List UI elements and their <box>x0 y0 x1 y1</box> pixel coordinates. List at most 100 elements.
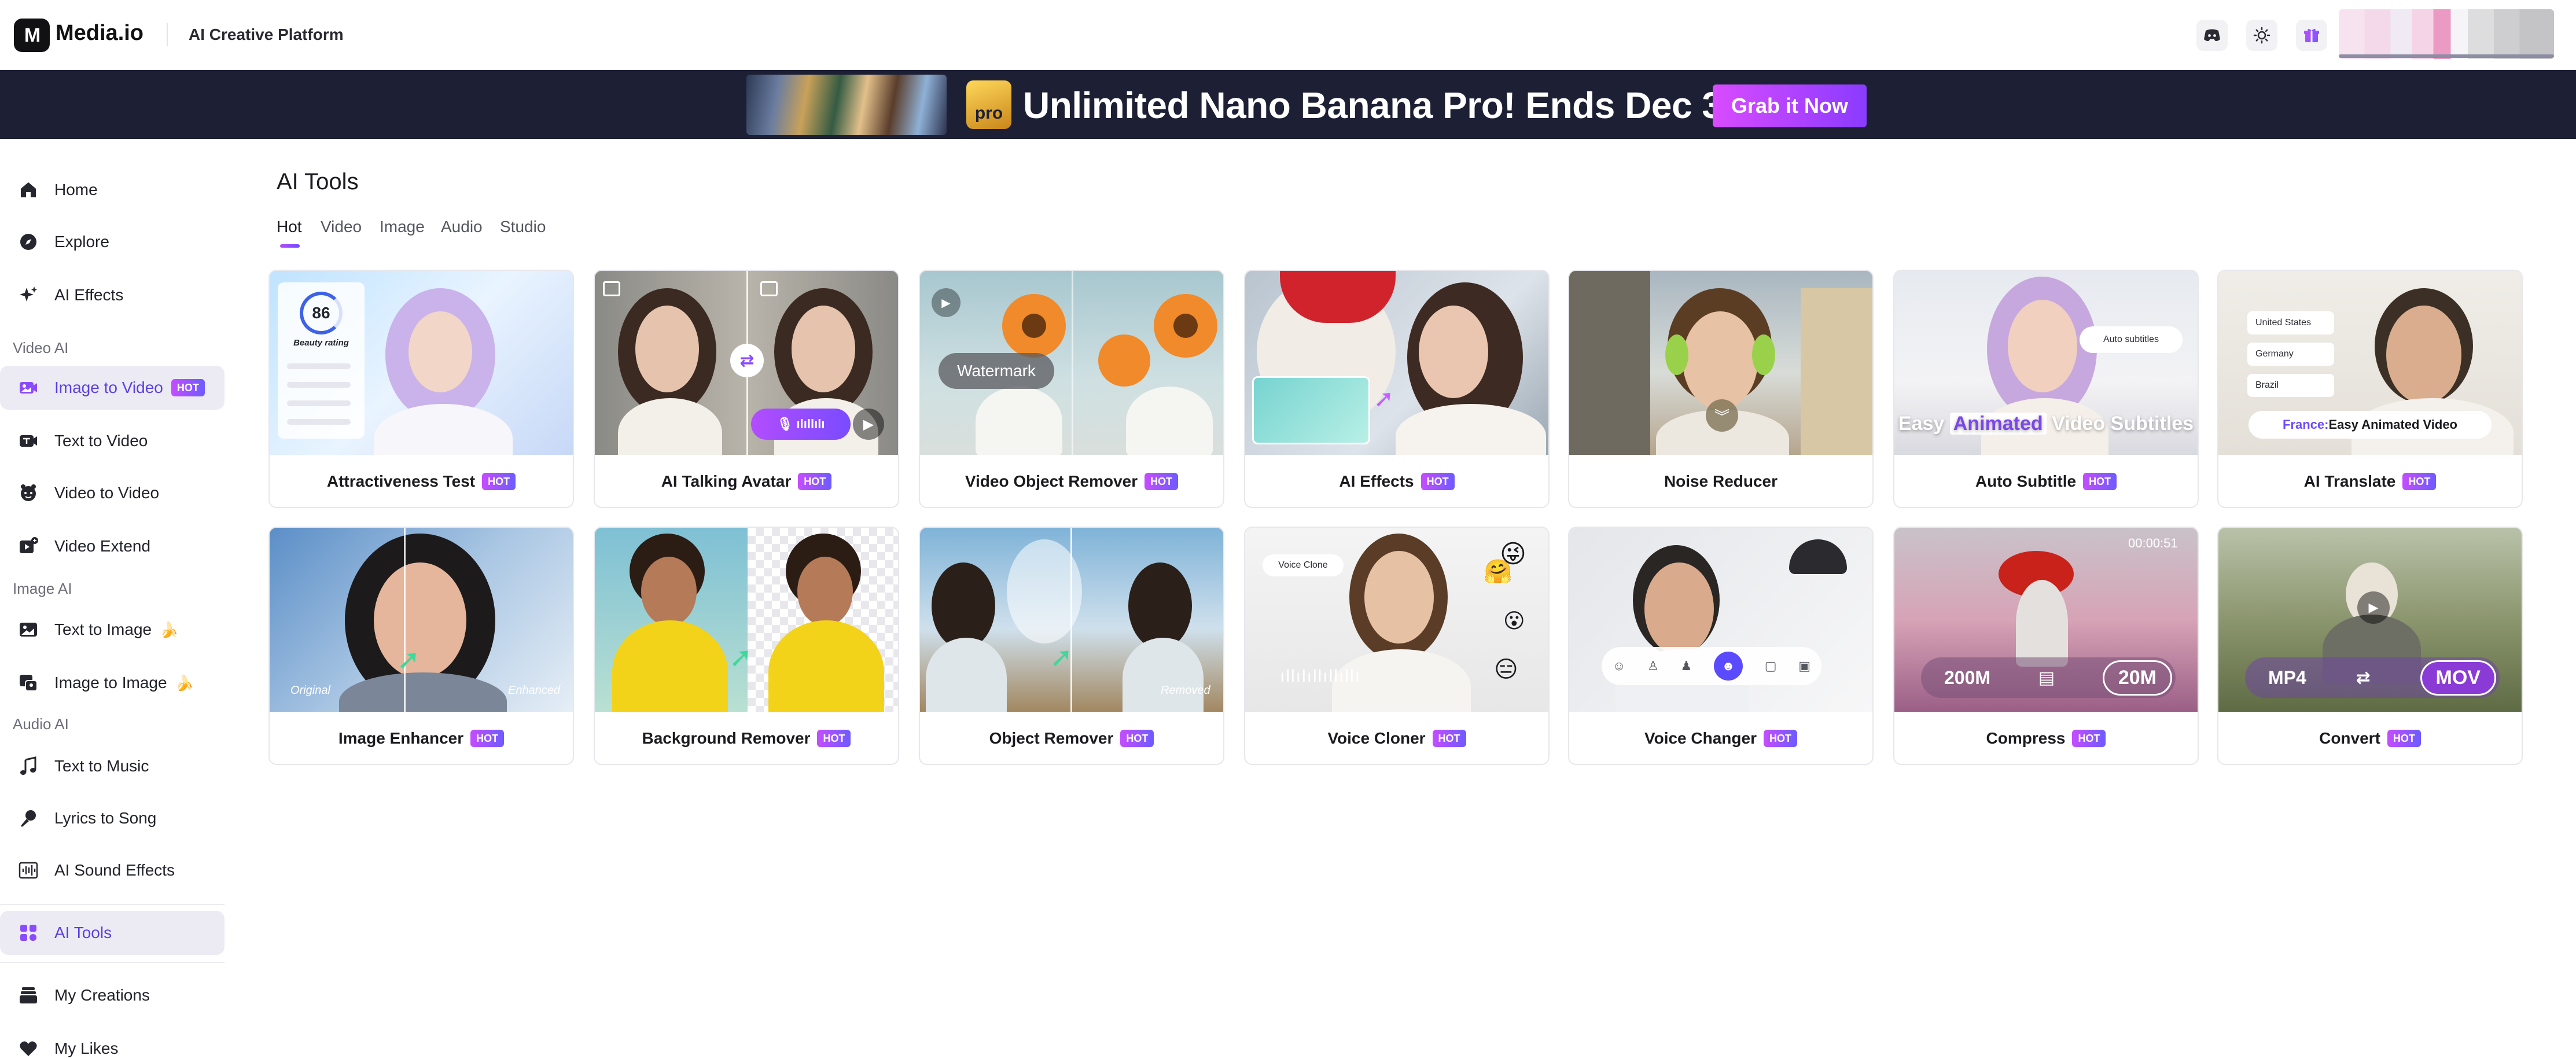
sidebar-item-home[interactable]: Home <box>0 168 225 212</box>
app-name[interactable]: Media.io <box>56 21 143 46</box>
sidebar-item-explore[interactable]: Explore <box>0 220 225 264</box>
arrow-icon: ➚ <box>397 645 421 675</box>
face-shape <box>635 306 699 392</box>
voice-options-bar: ☺ ♙ ♟ ☻ ▢ ▣ <box>1602 647 1821 685</box>
overlay-highlight: Animated <box>1949 413 2047 435</box>
tool-card-image-enhancer[interactable]: Original Enhanced ➚ Image Enhancer HOT <box>268 527 574 765</box>
tool-card-ai-talking-avatar[interactable]: ⇄ 🎙 ılıllılı ▶ AI Talking Avatar HOT <box>594 270 899 508</box>
promo-banner[interactable]: pro Unlimited Nano Banana Pro! Ends Dec … <box>0 70 2576 139</box>
tool-card-voice-cloner[interactable]: Voice Clone ıllılıllıllıllı 😜 🤗 😮 😑 Voic… <box>1244 527 1550 765</box>
tab-image[interactable]: Image <box>380 218 425 236</box>
face-shape <box>2008 300 2077 392</box>
sidebar-item-text-to-video[interactable]: Text to Video <box>0 419 225 463</box>
preview-thumbnail <box>1252 376 1370 444</box>
sidebar-item-label: Text to Video <box>54 432 148 450</box>
discord-icon[interactable] <box>2196 20 2228 51</box>
tool-card-auto-subtitle[interactable]: Auto subtitles Easy Animated Video Subti… <box>1893 270 2199 508</box>
score-ring: 86 <box>300 292 343 334</box>
tool-card-ai-translate[interactable]: United States Germany Brazil France: Eas… <box>2217 270 2523 508</box>
convert-bar: MP4 ⇄ MOV <box>2245 657 2500 698</box>
tool-card-background-remover[interactable]: ➚ Background Remover HOT <box>594 527 899 765</box>
user-avatar[interactable] <box>2339 9 2554 59</box>
face-shape <box>1419 306 1488 398</box>
sidebar-item-video-to-video[interactable]: Video to Video <box>0 471 225 515</box>
face-shape <box>1364 551 1434 644</box>
rating-line <box>287 419 351 425</box>
banner-image <box>746 75 947 135</box>
card-label: Voice Cloner HOT <box>1245 712 1548 764</box>
building-shape <box>1569 271 1650 455</box>
to-format: MOV <box>2420 660 2496 696</box>
sidebar-item-image-to-image[interactable]: Image to Image 🍌 <box>0 661 225 705</box>
tool-card-noise-reducer[interactable]: ︾ Noise Reducer <box>1568 270 1874 508</box>
card-label: Object Remover HOT <box>920 712 1223 764</box>
timecode: 00:00:51 <box>2128 536 2178 550</box>
sidebar-item-lyrics-to-song[interactable]: Lyrics to Song <box>0 796 225 840</box>
sidebar-item-ai-sound-effects[interactable]: AI Sound Effects <box>0 848 225 892</box>
rating-line <box>287 400 351 406</box>
hot-badge: HOT <box>1432 730 1466 747</box>
tool-card-compress[interactable]: 00:00:51 200M ▤ 20M Compress HOT <box>1893 527 2199 765</box>
voice-option-icon: ☺ <box>1612 659 1626 673</box>
banana-icon: 🍌 <box>175 674 194 692</box>
hot-badge: HOT <box>470 730 505 747</box>
card-label: Background Remover HOT <box>595 712 898 764</box>
split-divider <box>404 528 406 712</box>
rating-line <box>287 382 351 388</box>
card-label: Image Enhancer HOT <box>270 712 573 764</box>
subtitle-overlay: Easy Animated Video Subtitles <box>1894 413 2198 435</box>
sidebar-item-text-to-image[interactable]: Text to Image 🍌 <box>0 608 225 652</box>
sidebar-item-image-to-video[interactable]: Image to Video HOT <box>0 366 225 410</box>
card-thumbnail: ☺ ♙ ♟ ☻ ▢ ▣ <box>1569 528 1872 712</box>
grab-it-now-button[interactable]: Grab it Now <box>1713 84 1867 127</box>
hot-badge: HOT <box>817 730 851 747</box>
banner-text: Unlimited Nano Banana Pro! Ends Dec 31. <box>1023 84 1753 126</box>
tool-card-attractiveness-test[interactable]: 86 Beauty rating Attractiveness Test HOT <box>268 270 574 508</box>
text-video-icon <box>17 430 39 452</box>
arrow-icon: ➚ <box>1374 385 1394 412</box>
sidebar-item-video-extend[interactable]: Video Extend <box>0 524 225 568</box>
section-audio-ai: Audio AI <box>13 715 69 733</box>
sidebar-item-text-to-music[interactable]: Text to Music <box>0 744 225 788</box>
image-video-icon <box>17 377 39 399</box>
face-shape <box>409 311 472 392</box>
tool-card-ai-effects[interactable]: ➚ AI Effects HOT <box>1244 270 1550 508</box>
sun-icon[interactable] <box>2246 20 2277 51</box>
section-video-ai: Video AI <box>13 339 69 356</box>
sidebar-item-label: Video Extend <box>54 537 151 555</box>
tab-studio[interactable]: Studio <box>500 218 546 236</box>
tab-video[interactable]: Video <box>321 218 362 236</box>
tool-card-video-object-remover[interactable]: Watermark ▶ Video Object Remover HOT <box>919 270 1224 508</box>
home-icon <box>17 179 39 201</box>
emoji-icon: 🤗 <box>1484 559 1513 584</box>
tool-card-object-remover[interactable]: ➚ Removed Object Remover HOT <box>919 527 1224 765</box>
tool-card-convert[interactable]: ▶ MP4 ⇄ MOV Convert HOT <box>2217 527 2523 765</box>
sidebar-item-my-likes[interactable]: My Likes <box>0 1027 225 1059</box>
sidebar: Home Explore AI Effects Video AI Image t… <box>0 139 231 1059</box>
sidebar-item-label: AI Sound Effects <box>54 861 175 879</box>
gift-icon[interactable] <box>2296 20 2327 51</box>
sidebar-item-ai-tools[interactable]: AI Tools <box>0 911 225 955</box>
original-caption: Original <box>290 684 330 697</box>
split-divider <box>1072 271 1073 455</box>
sidebar-item-ai-effects[interactable]: AI Effects <box>0 273 225 317</box>
face-shape <box>797 557 853 626</box>
sound-bars-icon <box>17 859 39 881</box>
sidebar-item-label: Video to Video <box>54 484 160 502</box>
language-option: Brazil <box>2247 374 2334 397</box>
sidebar-item-my-creations[interactable]: My Creations <box>0 973 225 1017</box>
card-title: Voice Changer <box>1644 729 1757 747</box>
flower-center <box>1173 314 1198 338</box>
emoji-icon: 😮 <box>1503 609 1525 633</box>
body-shape <box>374 404 513 455</box>
voice-wave-icon: 🎙 ılıllılı <box>751 409 851 440</box>
card-thumbnail: ➚ <box>595 528 898 712</box>
swap-icon: ⇄ <box>730 344 764 377</box>
sidebar-item-label: AI Tools <box>54 924 112 942</box>
tab-audio[interactable]: Audio <box>441 218 483 236</box>
card-label: Auto Subtitle HOT <box>1894 455 2198 507</box>
logo-icon[interactable]: M <box>14 19 50 52</box>
tool-card-voice-changer[interactable]: ☺ ♙ ♟ ☻ ▢ ▣ Voice Changer HOT <box>1568 527 1874 765</box>
tab-hot[interactable]: Hot <box>277 218 302 236</box>
sidebar-item-label: AI Effects <box>54 286 124 304</box>
